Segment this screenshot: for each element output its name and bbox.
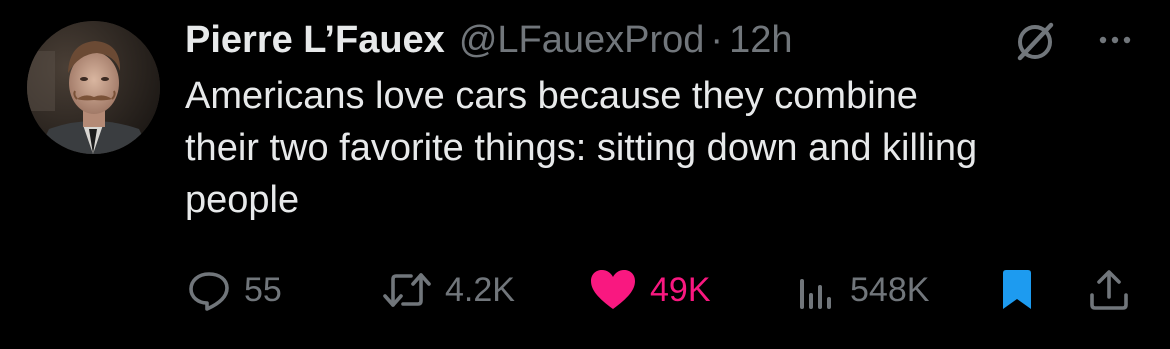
retweet-icon xyxy=(383,273,431,307)
avatar[interactable] xyxy=(27,21,160,154)
reply-icon xyxy=(189,272,229,311)
reply-button[interactable]: 55 xyxy=(186,262,282,318)
avatar-photo xyxy=(27,21,160,154)
separator-dot: · xyxy=(710,19,724,61)
retweet-button[interactable]: 4.2K xyxy=(381,262,515,318)
retweet-count: 4.2K xyxy=(445,270,515,309)
tweet-text-line: their two favorite things: sitting down … xyxy=(185,127,978,169)
reply-count: 55 xyxy=(244,270,282,309)
grok-icon[interactable] xyxy=(1012,19,1058,65)
timestamp[interactable]: 12h xyxy=(729,14,792,66)
more-icon[interactable] xyxy=(1092,22,1138,58)
display-name[interactable]: Pierre L’Fauex xyxy=(185,14,445,66)
share-button[interactable] xyxy=(1086,262,1132,318)
bookmark-button[interactable] xyxy=(997,262,1037,318)
views-button[interactable]: 548K xyxy=(796,262,929,318)
tweet-text-line: Americans love cars because they combine xyxy=(185,75,918,117)
tweet-header: Pierre L’Fauex @LFauexProd · 12h xyxy=(185,14,792,66)
views-icon xyxy=(800,279,831,309)
heart-icon xyxy=(591,270,635,309)
like-button[interactable]: 49K xyxy=(588,262,711,318)
tweet-text: Americans love cars because they combine… xyxy=(185,70,1155,226)
handle[interactable]: @LFauexProd xyxy=(459,14,705,66)
tweet[interactable]: Pierre L’Fauex @LFauexProd · 12h America… xyxy=(0,0,1170,349)
like-count: 49K xyxy=(650,270,711,309)
views-count: 548K xyxy=(850,270,930,309)
action-bar: 55 4.2K 49K 548K xyxy=(0,262,1170,318)
share-icon xyxy=(1090,270,1128,310)
bookmark-icon xyxy=(1003,270,1031,309)
tweet-text-line: people xyxy=(185,179,300,221)
